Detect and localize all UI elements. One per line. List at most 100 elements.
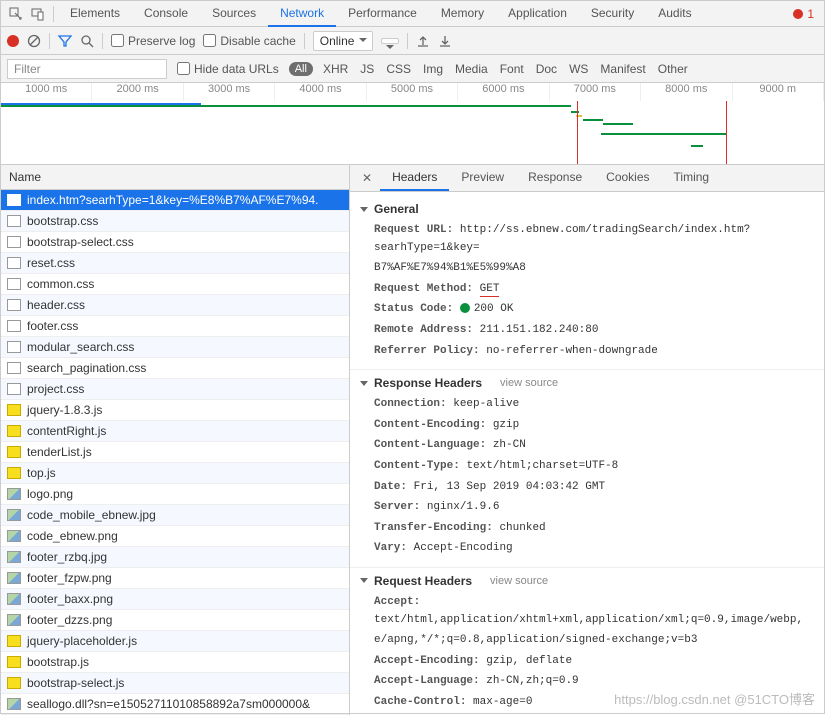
filter-type-img[interactable]: Img [423,62,443,76]
document-file-icon [7,215,21,227]
detail-tabs: ✕ HeadersPreviewResponseCookiesTiming [350,165,824,192]
detail-tab-cookies[interactable]: Cookies [594,165,661,191]
request-row[interactable]: code_ebnew.png [1,526,349,547]
header-row: Content-Type: text/html;charset=UTF-8 [374,458,814,476]
search-icon[interactable] [80,34,94,48]
request-row[interactable]: index.htm?searhType=1&key=%E8%B7%AF%E7%9… [1,190,349,211]
filter-type-manifest[interactable]: Manifest [600,62,645,76]
request-name: reset.css [27,256,75,270]
view-source-link[interactable]: view source [490,575,548,587]
request-row[interactable]: top.js [1,463,349,484]
document-file-icon [7,383,21,395]
triangle-down-icon[interactable] [360,578,368,583]
throttle-select[interactable]: Online [313,31,374,51]
request-row[interactable]: modular_search.css [1,337,349,358]
disable-cache-checkbox[interactable]: Disable cache [203,34,295,48]
request-row[interactable]: footer_dzzs.png [1,610,349,631]
filter-type-js[interactable]: JS [360,62,374,76]
request-name: header.css [27,298,85,312]
detail-body[interactable]: General Request URL: http://ss.ebnew.com… [350,192,824,715]
timeline-overview[interactable]: 1000 ms2000 ms3000 ms4000 ms5000 ms6000 … [1,83,824,165]
request-row[interactable]: common.css [1,274,349,295]
ruler-tick: 3000 ms [184,83,275,101]
request-row[interactable]: jquery-placeholder.js [1,631,349,652]
watermark-text: https://blog.csdn.net @51CTO博客 [614,689,815,708]
request-row[interactable]: reset.css [1,253,349,274]
request-row[interactable]: bootstrap.js [1,652,349,673]
clear-icon[interactable] [27,34,41,48]
request-row[interactable]: header.css [1,295,349,316]
request-row[interactable]: project.css [1,379,349,400]
filter-type-ws[interactable]: WS [569,62,588,76]
tab-application[interactable]: Application [496,1,579,27]
tab-performance[interactable]: Performance [336,1,429,27]
throttle-aux-select[interactable] [381,38,399,44]
request-row[interactable]: jquery-1.8.3.js [1,400,349,421]
device-toggle-icon[interactable] [27,3,49,25]
js-file-icon [7,656,21,668]
hide-data-urls-checkbox[interactable]: Hide data URLs [177,62,279,76]
filter-type-css[interactable]: CSS [386,62,411,76]
request-row[interactable]: code_mobile_ebnew.jpg [1,505,349,526]
tab-sources[interactable]: Sources [200,1,268,27]
image-file-icon [7,614,21,626]
request-row[interactable]: tenderList.js [1,442,349,463]
detail-tab-response[interactable]: Response [516,165,594,191]
request-name: bootstrap.css [27,214,98,228]
triangle-down-icon[interactable] [360,381,368,386]
filter-type-font[interactable]: Font [500,62,524,76]
request-row[interactable]: footer.css [1,316,349,337]
filter-type-doc[interactable]: Doc [536,62,557,76]
request-list[interactable]: index.htm?searhType=1&key=%E8%B7%AF%E7%9… [1,190,349,715]
upload-icon[interactable] [416,34,430,48]
request-name: footer.css [27,319,78,333]
request-row[interactable]: logo.png [1,484,349,505]
triangle-down-icon[interactable] [360,207,368,212]
request-row[interactable]: contentRight.js [1,421,349,442]
image-file-icon [7,551,21,563]
request-row[interactable]: seallogo.dll?sn=e15052711010858892a7sm00… [1,694,349,715]
filter-type-xhr[interactable]: XHR [323,62,348,76]
response-headers-section: Response Headersview source Connection: … [350,369,824,567]
tab-elements[interactable]: Elements [58,1,132,27]
request-row[interactable]: footer_fzpw.png [1,568,349,589]
request-name: footer_dzzs.png [27,613,112,627]
detail-tab-preview[interactable]: Preview [449,165,516,191]
tab-memory[interactable]: Memory [429,1,496,27]
request-row[interactable]: search_pagination.css [1,358,349,379]
filter-icon[interactable] [58,34,72,48]
error-badge[interactable]: 1 [793,7,820,21]
chevron-down-icon [386,45,394,49]
inspect-icon[interactable] [5,3,27,25]
filter-type-other[interactable]: Other [658,62,688,76]
tab-audits[interactable]: Audits [646,1,703,27]
image-file-icon [7,698,21,710]
request-row[interactable]: bootstrap-select.css [1,232,349,253]
filter-type-media[interactable]: Media [455,62,488,76]
filter-all[interactable]: All [289,62,313,76]
request-row[interactable]: bootstrap.css [1,211,349,232]
request-row[interactable]: footer_rzbq.jpg [1,547,349,568]
record-icon[interactable] [7,35,19,47]
detail-tab-headers[interactable]: Headers [380,165,449,191]
request-name: logo.png [27,487,73,501]
name-column-header[interactable]: Name [1,165,349,190]
header-row: Accept: text/html,application/xhtml+xml,… [374,594,814,629]
preserve-log-checkbox[interactable]: Preserve log [111,34,195,48]
request-row[interactable]: footer_baxx.png [1,589,349,610]
request-name: search_pagination.css [27,361,146,375]
tab-security[interactable]: Security [579,1,646,27]
filter-input[interactable]: Filter [7,59,167,79]
request-name: tenderList.js [27,445,92,459]
request-row[interactable]: bootstrap-select.js [1,673,349,694]
close-icon[interactable]: ✕ [354,171,380,185]
detail-tab-timing[interactable]: Timing [662,165,722,191]
request-name: code_ebnew.png [27,529,118,543]
tab-network[interactable]: Network [268,1,336,27]
tab-console[interactable]: Console [132,1,200,27]
request-name: top.js [27,466,56,480]
download-icon[interactable] [438,34,452,48]
header-row: Content-Encoding: gzip [374,417,814,435]
view-source-link[interactable]: view source [500,377,558,389]
js-file-icon [7,677,21,689]
